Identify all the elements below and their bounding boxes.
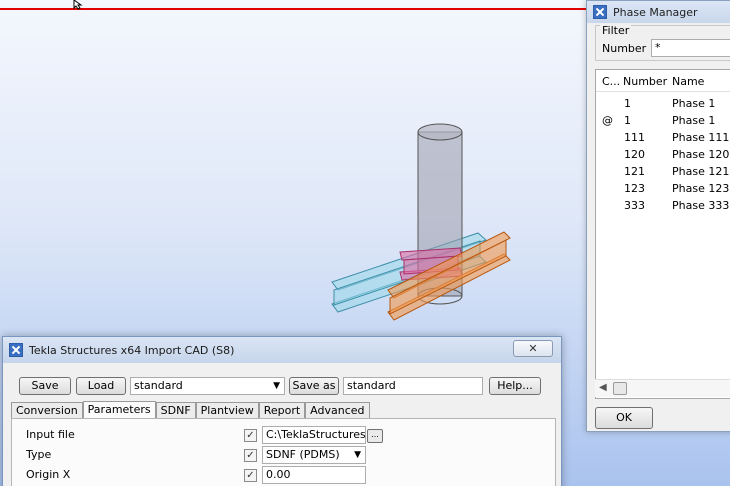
save-button[interactable]: Save (19, 377, 71, 395)
import-cad-dialog[interactable]: Tekla Structures x64 Import CAD (S8) ✕ S… (2, 336, 562, 486)
dialog-title: Tekla Structures x64 Import CAD (S8) (29, 343, 235, 357)
phase-name: Phase 121 (672, 165, 730, 178)
tab-report[interactable]: Report (258, 402, 306, 419)
number-filter-label: Number (602, 42, 647, 55)
phase-number: 111 (624, 131, 645, 144)
origin-x-input[interactable]: 0.00 (262, 466, 366, 484)
parameters-panel: Input file ✓ C:\TeklaStructuresMod ... T… (11, 418, 556, 486)
filter-group: Filter Number * (595, 24, 730, 61)
phase-row[interactable]: 333 Phase 333 (596, 197, 730, 214)
tab-sdnf[interactable]: SDNF (155, 402, 196, 419)
phase-number: 1 (624, 114, 631, 127)
phase-name: Phase 111 (672, 131, 730, 144)
type-select-value: SDNF (PDMS) (266, 448, 340, 461)
browse-icon[interactable]: ... (367, 429, 383, 443)
phase-row[interactable]: 111 Phase 111 (596, 129, 730, 146)
input-file-checkbox[interactable]: ✓ (244, 429, 257, 442)
phase-row[interactable]: 121 Phase 121 (596, 163, 730, 180)
column-header-current[interactable]: C... (602, 75, 620, 88)
ok-button[interactable]: OK (595, 407, 653, 429)
app-icon (593, 5, 607, 19)
phase-row[interactable]: 1 Phase 1 (596, 95, 730, 112)
phase-row[interactable]: 120 Phase 120 (596, 146, 730, 163)
tab-plantview[interactable]: Plantview (195, 402, 259, 419)
column-header-number[interactable]: Number (623, 75, 667, 88)
scroll-left-icon[interactable]: ◀ (599, 382, 607, 393)
phase-row[interactable]: 123 Phase 123 (596, 180, 730, 197)
load-settings-combo[interactable]: standard ▼ (130, 377, 285, 395)
help-button[interactable]: Help... (489, 377, 541, 395)
scroll-thumb[interactable] (613, 382, 627, 395)
filter-label: Filter (600, 24, 632, 37)
origin-x-label: Origin X (26, 468, 71, 481)
load-button[interactable]: Load (76, 377, 126, 395)
phase-list-header: C... Number Name (596, 70, 730, 92)
number-filter-input[interactable]: * (651, 39, 730, 57)
input-file-label: Input file (26, 428, 75, 441)
input-file-input[interactable]: C:\TeklaStructuresMod (262, 426, 366, 444)
dialog-tabs: Conversion Parameters SDNF Plantview Rep… (11, 401, 370, 420)
phase-list[interactable]: C... Number Name 1 Phase 1 @ 1 Phase 1 1… (595, 69, 730, 399)
type-label: Type (26, 448, 52, 461)
phase-name: Phase 333 (672, 199, 730, 212)
phase-name: Phase 1 (672, 97, 716, 110)
phase-number: 1 (624, 97, 631, 110)
phase-name: Phase 123 (672, 182, 730, 195)
type-select[interactable]: SDNF (PDMS) ▼ (262, 446, 366, 464)
phase-manager-title: Phase Manager (613, 5, 698, 19)
import-cad-titlebar[interactable]: Tekla Structures x64 Import CAD (S8) ✕ (3, 337, 561, 363)
dropdown-icon[interactable]: ▼ (273, 378, 280, 394)
phase-manager-window[interactable]: Phase Manager Filter Number * C... Numbe… (586, 0, 730, 432)
app-icon (9, 343, 23, 357)
phase-row[interactable]: @ 1 Phase 1 (596, 112, 730, 129)
tab-advanced[interactable]: Advanced (305, 402, 370, 419)
dropdown-icon[interactable]: ▼ (354, 447, 361, 463)
column-header-name[interactable]: Name (672, 75, 704, 88)
phase-name: Phase 120 (672, 148, 730, 161)
phase-number: 120 (624, 148, 645, 161)
save-as-button[interactable]: Save as (289, 377, 339, 395)
phase-manager-titlebar[interactable]: Phase Manager (587, 1, 730, 23)
phase-number: 123 (624, 182, 645, 195)
phase-number: 333 (624, 199, 645, 212)
tab-conversion[interactable]: Conversion (11, 402, 83, 419)
close-icon: ✕ (528, 342, 538, 355)
phase-current-marker: @ (602, 114, 613, 127)
type-checkbox[interactable]: ✓ (244, 449, 257, 462)
load-settings-value: standard (134, 379, 183, 392)
close-button[interactable]: ✕ (513, 340, 553, 357)
phase-name: Phase 1 (672, 114, 716, 127)
origin-x-checkbox[interactable]: ✓ (244, 469, 257, 482)
save-as-input[interactable]: standard (343, 377, 483, 395)
phase-number: 121 (624, 165, 645, 178)
horizontal-scrollbar[interactable]: ◀ (595, 379, 730, 397)
